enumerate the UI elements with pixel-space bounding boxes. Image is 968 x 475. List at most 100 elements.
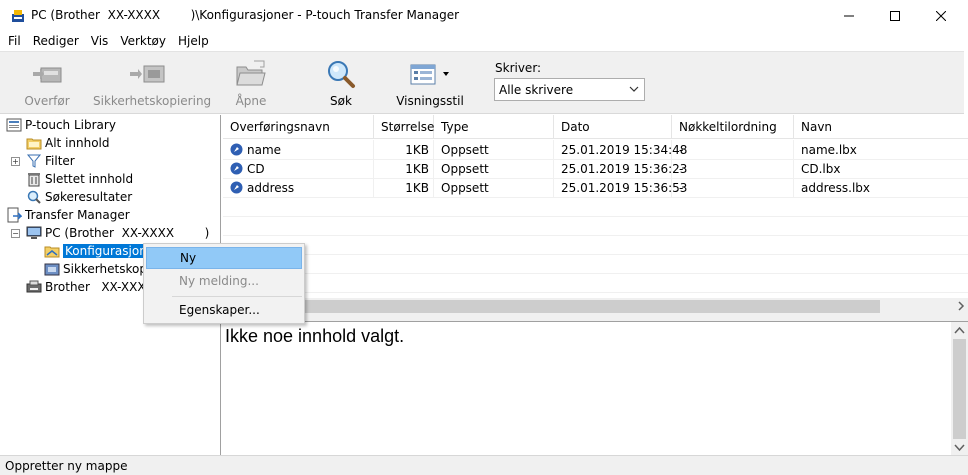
window-title: PC (Brother XX-XXXX )\Konfigurasjoner - … bbox=[31, 8, 460, 22]
layout-file-icon bbox=[230, 143, 243, 156]
search-button[interactable]: Søk bbox=[316, 58, 366, 108]
cell-key: - bbox=[679, 140, 794, 159]
tree-item-pc[interactable]: PC (Brother XX-XXXX ) bbox=[26, 224, 209, 242]
cell-type: Oppsett bbox=[441, 178, 554, 197]
cell-transfer-name: name bbox=[230, 140, 374, 159]
column-header-type[interactable]: Type bbox=[434, 115, 554, 139]
table-row[interactable]: address 1KB Oppsett 25.01.2019 15:36:53 … bbox=[223, 178, 968, 197]
search-label: Søk bbox=[330, 94, 352, 108]
printer-select[interactable]: Alle skrivere bbox=[494, 78, 645, 101]
horizontal-scrollbar[interactable] bbox=[223, 298, 968, 315]
menu-item-properties[interactable]: Egenskaper... bbox=[146, 299, 302, 321]
minimize-icon bbox=[844, 15, 854, 16]
menu-item-new[interactable]: Ny bbox=[146, 247, 302, 269]
cell-transfer-name: CD bbox=[230, 159, 374, 178]
backup-icon bbox=[130, 65, 165, 83]
cell-key: - bbox=[679, 159, 794, 178]
file-list: Overføringsnavn Størrelse Type Dato Nøkk… bbox=[223, 115, 968, 315]
cell-size: 1KB bbox=[374, 140, 434, 159]
tree-label-brother: Brother XX-XXXX bbox=[45, 280, 154, 294]
tree-label-all-content: Alt innhold bbox=[45, 136, 110, 150]
menu-tools[interactable]: Verktøy bbox=[114, 34, 172, 48]
scroll-up-icon[interactable] bbox=[951, 322, 968, 339]
transfer-button[interactable]: Overfør bbox=[22, 58, 72, 108]
menu-separator bbox=[172, 296, 302, 297]
folder-icon bbox=[26, 138, 42, 150]
transfer-manager-icon bbox=[7, 207, 22, 223]
cell-date: 25.01.2019 15:34:48 bbox=[561, 140, 687, 159]
menu-item-new-message[interactable]: Ny melding... bbox=[146, 270, 302, 292]
scrollbar-thumb[interactable] bbox=[223, 300, 880, 313]
tree-item-all-content[interactable]: Alt innhold bbox=[26, 134, 110, 152]
open-label: Åpne bbox=[235, 94, 267, 108]
layout-file-icon bbox=[230, 162, 243, 175]
column-header-key[interactable]: Nøkkeltilordning bbox=[672, 115, 794, 139]
column-header-size[interactable]: Størrelse bbox=[374, 115, 434, 139]
cell-size: 1KB bbox=[374, 159, 434, 178]
chevron-down-icon bbox=[629, 86, 639, 92]
preview-message: Ikke noe innhold valgt. bbox=[225, 326, 405, 346]
tree-label-transfer-manager: Transfer Manager bbox=[25, 208, 130, 222]
column-header-name[interactable]: Navn bbox=[794, 115, 968, 139]
view-style-button[interactable]: Visningsstil bbox=[395, 58, 465, 108]
cell-date: 25.01.2019 15:36:53 bbox=[561, 178, 687, 197]
title-bar: PC (Brother XX-XXXX )\Konfigurasjoner - … bbox=[0, 0, 968, 31]
cell-file-name: name.lbx bbox=[801, 142, 857, 157]
search-results-icon bbox=[27, 190, 41, 204]
column-header-transfer-name[interactable]: Overføringsnavn bbox=[223, 115, 374, 139]
library-icon bbox=[6, 118, 22, 132]
cell-file-name: address.lbx bbox=[801, 180, 871, 195]
open-button[interactable]: Åpne bbox=[226, 58, 276, 108]
printer-icon bbox=[26, 280, 42, 293]
printer-select-value: Alle skrivere bbox=[499, 82, 574, 97]
cell-type: Oppsett bbox=[441, 159, 554, 178]
backup-button[interactable]: Sikkerhetskopiering bbox=[93, 58, 212, 108]
menu-view[interactable]: Vis bbox=[85, 34, 115, 48]
cell-type: Oppsett bbox=[441, 140, 554, 159]
collapse-pc-toggle[interactable]: − bbox=[11, 229, 20, 238]
menu-help[interactable]: Hjelp bbox=[172, 34, 215, 48]
table-row[interactable]: CD 1KB Oppsett 25.01.2019 15:36:23 - CD.… bbox=[223, 159, 968, 178]
view-style-label: Visningsstil bbox=[396, 94, 464, 108]
trash-icon bbox=[28, 173, 40, 187]
tree-item-brother[interactable]: Brother XX-XXXX bbox=[26, 278, 154, 296]
menu-edit[interactable]: Rediger bbox=[27, 34, 85, 48]
cell-file-name: CD.lbx bbox=[801, 161, 841, 176]
table-row[interactable]: name 1KB Oppsett 25.01.2019 15:34:48 - n… bbox=[223, 140, 968, 159]
menu-file[interactable]: Fil bbox=[2, 34, 27, 48]
close-button[interactable] bbox=[918, 0, 964, 31]
vertical-scrollbar[interactable] bbox=[951, 322, 968, 456]
toolbar: Overfør Sikkerhetskopiering Åpne Søk Vis… bbox=[0, 51, 968, 114]
tree-item-transfer-manager[interactable]: Transfer Manager bbox=[6, 206, 130, 224]
cell-transfer-name: address bbox=[230, 178, 374, 197]
expand-filter-toggle[interactable]: + bbox=[11, 157, 20, 166]
dropdown-arrow-icon bbox=[443, 72, 449, 76]
tree-item-library[interactable]: P-touch Library bbox=[6, 116, 116, 134]
tree-label-library: P-touch Library bbox=[25, 118, 116, 132]
app-icon bbox=[12, 10, 24, 22]
vertical-scrollbar-thumb[interactable] bbox=[953, 339, 966, 439]
preview-pane: Ikke noe innhold valgt. bbox=[223, 321, 968, 456]
close-icon bbox=[936, 10, 946, 21]
maximize-button[interactable] bbox=[872, 0, 918, 31]
cell-key: - bbox=[679, 178, 794, 197]
status-bar: Oppretter ny mappe bbox=[0, 455, 968, 475]
column-header-date[interactable]: Dato bbox=[554, 115, 672, 139]
scroll-right-icon[interactable] bbox=[957, 301, 965, 311]
open-folder-icon bbox=[236, 60, 266, 86]
layout-file-icon bbox=[230, 181, 243, 194]
tree-item-filter[interactable]: Filter bbox=[26, 152, 75, 170]
tree-item-deleted[interactable]: Slettet innhold bbox=[26, 170, 133, 188]
filter-icon bbox=[26, 154, 42, 168]
context-menu: Ny Ny melding... Egenskaper... bbox=[143, 243, 305, 324]
menu-bar: Fil Rediger Vis Verktøy Hjelp bbox=[0, 31, 968, 51]
status-text: Oppretter ny mappe bbox=[5, 459, 128, 473]
minimize-button[interactable] bbox=[826, 0, 872, 31]
maximize-icon bbox=[890, 10, 900, 21]
tree-item-search-results[interactable]: Søkeresultater bbox=[26, 188, 132, 206]
printer-label: Skriver: bbox=[495, 61, 542, 75]
backup-label: Sikkerhetskopiering bbox=[93, 94, 212, 108]
cell-size: 1KB bbox=[374, 178, 434, 197]
scroll-down-icon[interactable] bbox=[951, 439, 968, 456]
tree-label-search-results: Søkeresultater bbox=[45, 190, 133, 204]
